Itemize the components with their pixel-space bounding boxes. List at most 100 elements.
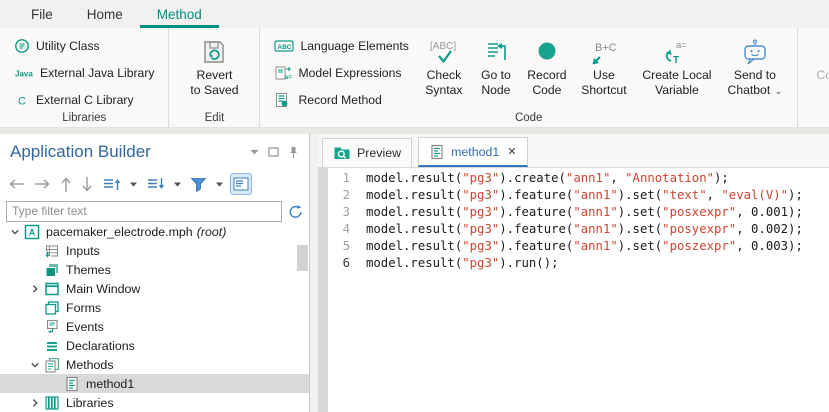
method-file-icon	[63, 376, 80, 392]
button-label: Utility Class	[36, 39, 100, 53]
filter-input[interactable]	[6, 201, 282, 222]
use-shortcut-icon: B+C	[587, 38, 621, 66]
send-to-chatbot-icon	[741, 39, 769, 66]
small-button-stack: Utility Class Java External Java Library CE…	[6, 32, 162, 114]
tree-item-forms[interactable]: Forms	[0, 298, 309, 317]
button-label: Send toChatbot ⌄	[728, 68, 783, 98]
tree-item-events[interactable]: Events	[0, 317, 309, 336]
string-literal: "poszexpr"	[662, 239, 736, 253]
back-arrow-button[interactable]	[6, 173, 27, 195]
move-down-button[interactable]	[144, 173, 167, 195]
method-file-icon	[429, 144, 445, 160]
go-to-node-button[interactable]: Go toNode	[471, 32, 521, 118]
menu-tab-file[interactable]: File	[14, 0, 70, 28]
small-button-stack: ABC Language Elements a= Model Expressions R…	[266, 32, 416, 114]
record-code-button[interactable]: RecordCode	[521, 32, 573, 118]
down-arrow-button[interactable]	[79, 173, 95, 195]
string-literal: "pg3"	[462, 256, 499, 270]
tree-scrollbar-thumb[interactable]	[297, 245, 308, 271]
editor-tab-preview[interactable]: Preview	[322, 138, 412, 167]
language-elements-button[interactable]: ABC Language Elements	[270, 34, 412, 58]
methods-icon	[43, 357, 60, 373]
dropdown-arrow-icon[interactable]	[172, 173, 183, 195]
code-line[interactable]: 4model.result("pg3").feature("ann1").set…	[318, 221, 829, 238]
comsol-window: FileHomeMethod Utility Class Java External…	[0, 0, 829, 412]
menu-tab-home[interactable]: Home	[70, 0, 140, 28]
ribbon: Utility Class Java External Java Library CE…	[0, 28, 829, 128]
ribbon-group-edit: Revertto SavedEdit	[169, 28, 260, 127]
refresh-icon[interactable]	[288, 204, 303, 219]
show-in-editor-button[interactable]	[230, 173, 252, 195]
button-label: Continue	[817, 68, 829, 83]
menu-tab-method[interactable]: Method	[140, 0, 219, 28]
go-to-node-icon	[482, 38, 510, 66]
external-c-library-button[interactable]: CExternal C Library	[10, 88, 158, 112]
external-java-library-button[interactable]: Java External Java Library	[10, 61, 158, 85]
close-icon[interactable]: ✕	[507, 145, 516, 158]
editor-tab-method1[interactable]: method1✕	[418, 137, 527, 167]
code-line[interactable]: 2model.result("pg3").feature("ann1").set…	[318, 187, 829, 204]
use-shortcut-button[interactable]: B+CUseShortcut	[573, 32, 635, 118]
themes-icon	[43, 262, 60, 278]
create-local-variable-button[interactable]: a=TCreate LocalVariable	[635, 32, 719, 118]
button-label: Model Expressions	[298, 66, 401, 80]
tree-item-method1[interactable]: method1	[0, 374, 309, 393]
move-up-button[interactable]	[100, 173, 123, 195]
model-tree: Apacemaker_electrode.mph(root)InputsThem…	[0, 222, 309, 412]
utility-class-button[interactable]: Utility Class	[10, 34, 158, 58]
filter-button[interactable]	[188, 173, 209, 195]
filter-icon	[190, 177, 207, 192]
up-arrow-button[interactable]	[58, 173, 74, 195]
group-label: Libraries	[0, 112, 168, 124]
revert-to-saved-button[interactable]: Revertto Saved	[175, 32, 253, 118]
tree-item-pacemaker-electrode-mph[interactable]: Apacemaker_electrode.mph(root)	[0, 222, 309, 241]
forward-arrow-button[interactable]	[32, 173, 53, 195]
pin-icon[interactable]	[288, 146, 299, 159]
code-editor[interactable]: 1model.result("pg3").create("ann1", "Ann…	[318, 168, 829, 412]
code-line[interactable]: 1model.result("pg3").create("ann1", "Ann…	[318, 170, 829, 187]
tree-chevron-expanded-icon[interactable]	[26, 360, 43, 370]
record-method-button[interactable]: Record Method	[270, 88, 412, 112]
record-method-icon	[274, 92, 292, 108]
button-label: Language Elements	[300, 39, 408, 53]
button-label: External Java Library	[40, 66, 154, 80]
model-expressions-button[interactable]: a= Model Expressions	[270, 61, 412, 85]
string-literal: "pg3"	[462, 239, 499, 253]
tree-chevron-expanded-icon[interactable]	[6, 227, 23, 237]
code-line[interactable]: 5model.result("pg3").feature("ann1").set…	[318, 238, 829, 255]
tree-item-inputs[interactable]: Inputs	[0, 241, 309, 260]
code-line[interactable]: 3model.result("pg3").feature("ann1").set…	[318, 204, 829, 221]
tree-item-main-window[interactable]: Main Window	[0, 279, 309, 298]
button-iconbox	[200, 36, 228, 68]
tree-item-declarations[interactable]: Declarations	[0, 336, 309, 355]
send-to-chatbot-button[interactable]: Send toChatbot ⌄	[719, 32, 791, 118]
declarations-icon	[43, 338, 60, 354]
inputs-icon	[43, 243, 60, 259]
tree-item-methods[interactable]: Methods	[0, 355, 309, 374]
group-label: Edit	[169, 112, 259, 124]
code-text: model.result("pg3").feature("ann1").set(…	[366, 221, 803, 238]
group-label: Code	[260, 112, 796, 124]
dropdown-arrow-icon	[174, 182, 181, 187]
tree-chevron-collapsed-icon[interactable]	[26, 284, 43, 294]
dropdown-arrow-icon	[130, 182, 137, 187]
tree-item-themes[interactable]: Themes	[0, 260, 309, 279]
tree-item-libraries[interactable]: Libraries	[0, 393, 309, 412]
code-line[interactable]: 6model.result("pg3").run();	[318, 255, 829, 272]
svg-text:ABC: ABC	[278, 44, 292, 51]
line-number: 6	[328, 255, 354, 272]
svg-text:Java: Java	[15, 70, 33, 79]
dropdown-arrow-icon[interactable]	[128, 173, 139, 195]
panel-splitter[interactable]	[310, 134, 318, 412]
button-iconbox	[533, 36, 561, 68]
button-label: Record Method	[298, 93, 381, 107]
string-literal: "ann1"	[573, 222, 617, 236]
model-expressions-icon: a=	[274, 65, 292, 81]
float-panel-icon[interactable]	[268, 147, 279, 157]
string-literal: "ann1"	[573, 205, 617, 219]
tree-chevron-collapsed-icon[interactable]	[26, 398, 43, 408]
dropdown-arrow-icon[interactable]	[214, 173, 225, 195]
line-number: 3	[328, 204, 354, 221]
chevron-down-icon[interactable]	[250, 149, 259, 155]
check-syntax-button[interactable]: [ABC]CheckSyntax	[417, 32, 471, 118]
